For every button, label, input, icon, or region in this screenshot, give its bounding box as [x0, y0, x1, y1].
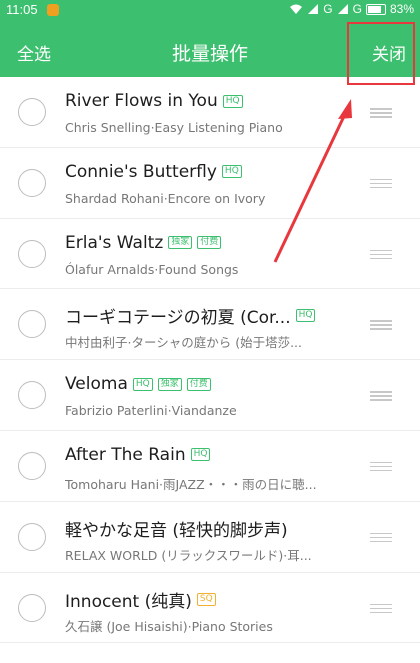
- quality-tag: 付费: [186, 377, 211, 391]
- song-title: Innocent (纯真): [65, 591, 192, 612]
- select-radio[interactable]: [18, 451, 46, 480]
- drag-handle-icon[interactable]: [370, 461, 392, 472]
- song-row[interactable]: River Flows in You HQ Chris Snelling·Eas…: [0, 77, 420, 148]
- select-radio[interactable]: [18, 522, 46, 551]
- song-list: River Flows in You HQ Chris Snelling·Eas…: [0, 77, 420, 644]
- drag-handle-icon[interactable]: [370, 249, 392, 260]
- song-title-line: After The Rain HQ: [65, 444, 211, 465]
- signal-icon-2: [337, 4, 348, 14]
- song-title: Veloma: [65, 374, 128, 395]
- quality-tag: SQ: [196, 592, 216, 606]
- song-row[interactable]: 軽やかな足音 (轻快的脚步声) RELAX WORLD (リラックスワールド)·…: [0, 502, 420, 573]
- network-type-2: G: [352, 2, 362, 16]
- status-icons: G G 83%: [289, 2, 414, 16]
- quality-tag: HQ: [222, 94, 243, 108]
- song-row[interactable]: After The Rain HQ Tomoharu Hani·雨JAZZ・・・…: [0, 431, 420, 502]
- quality-tag: HQ: [190, 448, 211, 462]
- song-title: Erla's Waltz: [65, 232, 164, 253]
- wifi-icon: [290, 4, 303, 14]
- song-artist-album: Chris Snelling·Easy Listening Piano: [65, 120, 283, 135]
- song-artist-album: Fabrizio Paterlini·Viandanze: [65, 403, 237, 419]
- song-title: 軽やかな足音 (轻快的脚步声): [65, 520, 288, 541]
- song-title-line: River Flows in You HQ: [65, 91, 243, 111]
- status-time: 11:05: [6, 2, 38, 17]
- song-row[interactable]: Connie's Butterfly HQ Shardad Rohani·Enc…: [0, 148, 420, 219]
- quality-tag: 独家: [168, 236, 193, 250]
- drag-handle-icon[interactable]: [370, 108, 392, 118]
- quality-tag: HQ: [132, 377, 153, 391]
- notification-icon: [47, 4, 59, 16]
- select-radio[interactable]: [18, 98, 46, 126]
- song-title: コーギコテージの初夏 (Cor...: [65, 308, 291, 329]
- song-artist-album: 中村由利子·ターシャの庭から (始于塔莎...: [65, 335, 302, 351]
- song-artist-album: RELAX WORLD (リラックスワールド)·耳...: [65, 547, 312, 563]
- song-title-line: 軽やかな足音 (轻快的脚步声): [65, 516, 288, 541]
- select-radio[interactable]: [18, 593, 46, 622]
- song-row[interactable]: Veloma HQ 独家 付费 Fabrizio Paterlini·Viandan…: [0, 360, 420, 431]
- drag-handle-icon[interactable]: [370, 320, 392, 330]
- song-title-line: Connie's Butterfly HQ: [65, 162, 242, 182]
- song-artist-album: Shardad Rohani·Encore on Ivory: [65, 190, 266, 206]
- song-row[interactable]: Erla's Waltz 独家 付费 Ólafur Arnalds·Found S…: [0, 219, 420, 290]
- song-artist-album: Tomoharu Hani·雨JAZZ・・・雨の日に聴...: [65, 476, 317, 492]
- song-title-line: コーギコテージの初夏 (Cor... HQ: [65, 303, 316, 329]
- select-radio[interactable]: [18, 310, 46, 339]
- song-title: Connie's Butterfly: [65, 161, 217, 182]
- quality-tag: HQ: [295, 309, 316, 323]
- drag-handle-icon[interactable]: [370, 603, 392, 614]
- song-row[interactable]: Innocent (纯真) SQ 久石譲 (Joe Hisaishi)·Pian…: [0, 573, 420, 644]
- drag-handle-icon[interactable]: [370, 391, 392, 401]
- song-title-line: Innocent (纯真) SQ: [65, 587, 216, 612]
- select-radio[interactable]: [18, 381, 46, 410]
- drag-handle-icon[interactable]: [370, 178, 392, 189]
- signal-icon: [308, 4, 319, 14]
- song-title: River Flows in You: [65, 91, 218, 111]
- quality-tag: 独家: [157, 377, 182, 391]
- drag-handle-icon[interactable]: [370, 532, 392, 543]
- song-title-line: Erla's Waltz 独家 付费: [65, 232, 222, 253]
- song-row[interactable]: コーギコテージの初夏 (Cor... HQ 中村由利子·ターシャの庭から (始于…: [0, 289, 420, 361]
- quality-tag: HQ: [221, 165, 242, 179]
- select-radio[interactable]: [18, 168, 46, 197]
- song-title: After The Rain: [65, 444, 186, 465]
- network-type: G: [323, 2, 333, 16]
- close-highlight-box: [347, 22, 415, 85]
- battery-icon: [365, 3, 386, 15]
- quality-tag: 付费: [197, 236, 222, 250]
- song-artist-album: Ólafur Arnalds·Found Songs: [65, 261, 239, 277]
- select-radio[interactable]: [18, 239, 46, 268]
- status-bar: 11:05 G G 83%: [0, 0, 420, 20]
- battery-percent: 83%: [389, 2, 414, 16]
- song-artist-album: 久石譲 (Joe Hisaishi)·Piano Stories: [65, 618, 273, 634]
- song-title-line: Veloma HQ 独家 付费: [65, 374, 211, 394]
